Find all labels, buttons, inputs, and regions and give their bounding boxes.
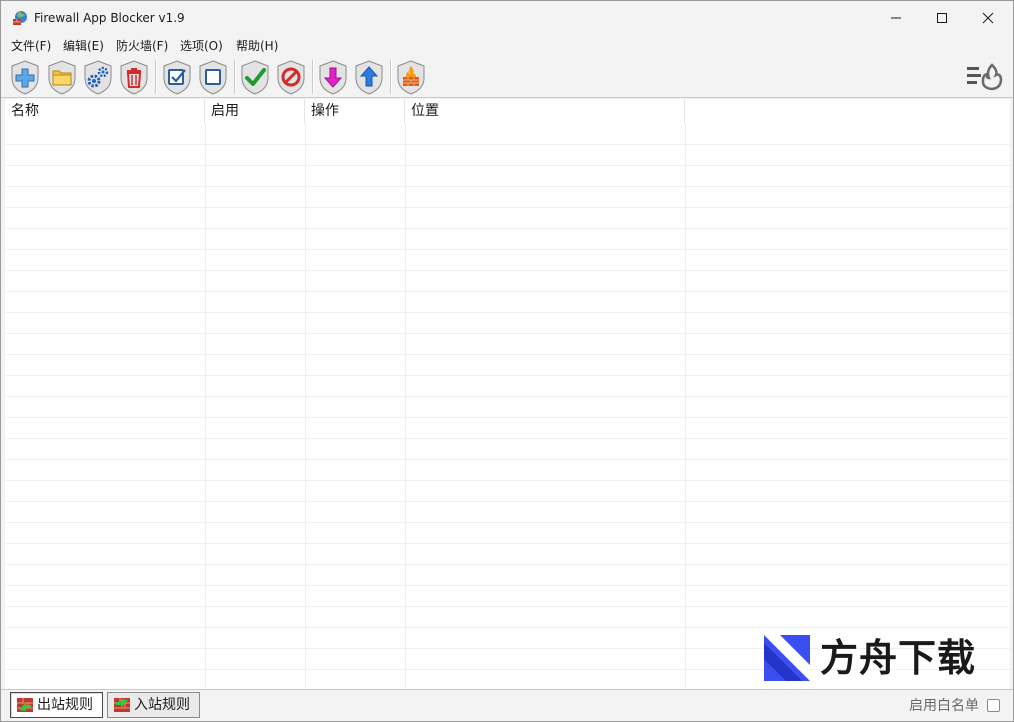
column-header-action[interactable]: 操作	[305, 99, 405, 123]
block-button[interactable]	[273, 58, 309, 96]
row-gridline	[5, 312, 1010, 313]
minimize-button[interactable]	[873, 1, 919, 35]
trash-icon	[120, 60, 148, 95]
inbound-rules-icon	[114, 698, 130, 712]
row-gridline	[5, 501, 1010, 502]
menu-firewall[interactable]: 防火墙(F)	[116, 37, 168, 54]
tab-inbound-label: 入站规则	[134, 697, 190, 713]
title-bar[interactable]: Firewall App Blocker v1.9	[1, 1, 1013, 35]
gears-icon	[84, 60, 112, 95]
row-gridline	[5, 144, 1010, 145]
row-gridline	[5, 207, 1010, 208]
maximize-button[interactable]	[919, 1, 965, 35]
column-gridline	[685, 123, 686, 689]
row-gridline	[5, 228, 1010, 229]
tab-outbound-rules[interactable]: 出站规则	[10, 692, 103, 718]
row-gridline	[5, 270, 1010, 271]
move-up-icon	[355, 60, 383, 95]
move-down-button[interactable]	[315, 58, 351, 96]
settings-button[interactable]	[80, 58, 116, 96]
row-gridline	[5, 333, 1010, 334]
whitelist-checkbox[interactable]	[987, 699, 1000, 712]
menu-options[interactable]: 选项(O)	[180, 37, 223, 54]
column-header-name[interactable]: 名称	[5, 99, 205, 123]
delete-button[interactable]	[116, 58, 152, 96]
add-button[interactable]	[7, 58, 43, 96]
uncheck-all-icon	[199, 60, 227, 95]
firewall-icon	[397, 60, 425, 95]
outbound-rules-icon	[17, 698, 33, 712]
firewall-menu-icon	[967, 63, 1003, 91]
folder-icon	[48, 60, 76, 95]
toolbar-separator	[155, 60, 156, 94]
firewall-settings-button[interactable]	[393, 58, 429, 96]
toolbar-separator	[234, 60, 235, 94]
row-gridline	[5, 459, 1010, 460]
check-all-icon	[163, 60, 191, 95]
column-gridline	[305, 123, 306, 689]
column-gridline	[205, 123, 206, 689]
add-icon	[11, 60, 39, 95]
block-icon	[277, 60, 305, 95]
row-gridline	[5, 417, 1010, 418]
column-header-enabled[interactable]: 启用	[205, 99, 305, 123]
uncheck-all-button[interactable]	[195, 58, 231, 96]
row-gridline	[5, 396, 1010, 397]
row-gridline	[5, 291, 1010, 292]
watermark: 方舟下载	[764, 633, 979, 683]
menu-file[interactable]: 文件(F)	[11, 37, 51, 54]
allow-icon	[241, 60, 269, 95]
row-gridline	[5, 522, 1010, 523]
move-up-button[interactable]	[351, 58, 387, 96]
row-gridline	[5, 165, 1010, 166]
row-gridline	[5, 186, 1010, 187]
firewall-menu-button[interactable]	[965, 61, 1005, 93]
tab-inbound-rules[interactable]: 入站规则	[107, 692, 200, 718]
row-gridline	[5, 480, 1010, 481]
app-window: Firewall App Blocker v1.9 文件(F) 编辑(E) 防火…	[0, 0, 1014, 722]
row-gridline	[5, 606, 1010, 607]
watermark-text: 方舟下载	[820, 636, 977, 680]
open-folder-button[interactable]	[44, 58, 80, 96]
row-gridline	[5, 438, 1010, 439]
close-button[interactable]	[965, 1, 1011, 35]
row-gridline	[5, 543, 1010, 544]
list-header: 名称 启用 操作 位置	[5, 99, 1010, 123]
row-gridline	[5, 375, 1010, 376]
toolbar	[1, 55, 1013, 98]
window-title: Firewall App Blocker v1.9	[34, 11, 185, 25]
allow-button[interactable]	[237, 58, 273, 96]
toolbar-separator	[390, 60, 391, 94]
app-logo-icon	[12, 10, 28, 26]
menu-help[interactable]: 帮助(H)	[236, 37, 278, 54]
row-gridline	[5, 354, 1010, 355]
column-gridline	[405, 123, 406, 689]
move-down-icon	[319, 60, 347, 95]
check-all-button[interactable]	[159, 58, 195, 96]
row-gridline	[5, 627, 1010, 628]
row-gridline	[5, 249, 1010, 250]
rules-list[interactable]: 名称 启用 操作 位置	[5, 99, 1010, 689]
column-header-location[interactable]: 位置	[405, 99, 685, 123]
watermark-logo-icon	[764, 635, 810, 681]
menu-edit[interactable]: 编辑(E)	[63, 37, 104, 54]
whitelist-label: 启用白名单	[909, 698, 979, 714]
row-gridline	[5, 585, 1010, 586]
toolbar-separator	[312, 60, 313, 94]
bottom-bar: 出站规则 入站规则 启用白名单	[1, 689, 1013, 721]
tab-outbound-label: 出站规则	[37, 697, 93, 713]
row-gridline	[5, 564, 1010, 565]
menu-bar: 文件(F) 编辑(E) 防火墙(F) 选项(O) 帮助(H)	[1, 35, 1013, 55]
